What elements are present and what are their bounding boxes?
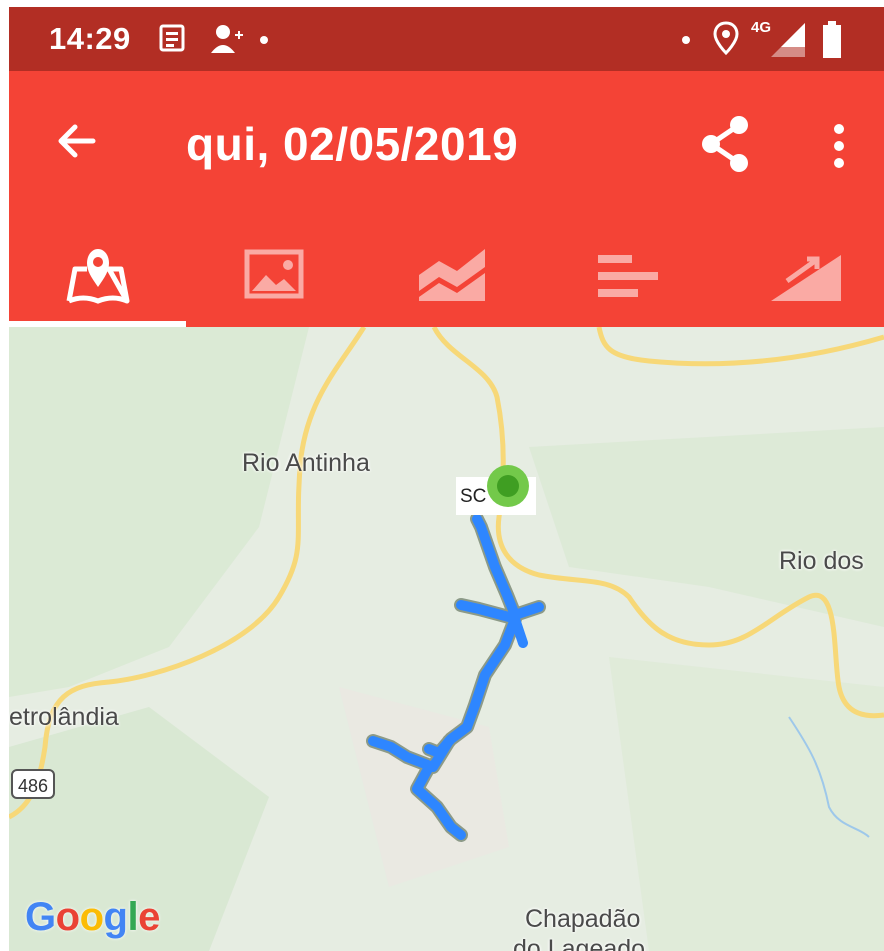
google-logo: Google	[25, 895, 160, 939]
more-vert-icon[interactable]	[827, 123, 851, 169]
place-label-rio-dos: Rio dos	[779, 547, 864, 575]
elevation-icon	[771, 255, 841, 301]
network-type-label: 4G	[751, 19, 772, 36]
route-shield-486: 486	[11, 769, 55, 799]
start-marker-icon[interactable]	[485, 463, 531, 509]
tab-stats[interactable]	[536, 231, 711, 327]
tab-elevation[interactable]	[711, 231, 884, 327]
map-background	[9, 327, 884, 951]
tab-photos[interactable]	[186, 231, 361, 327]
bar-list-icon	[598, 255, 658, 297]
notification-dot-icon	[260, 36, 268, 44]
place-label-petrolandia: etrolândia	[9, 703, 119, 731]
signal-icon	[771, 23, 805, 57]
status-bar: 14:29 4G	[9, 7, 884, 71]
map-pin-icon	[66, 249, 130, 304]
tab-chart[interactable]	[361, 231, 536, 327]
person-add-icon	[211, 25, 243, 53]
location-icon	[713, 21, 739, 55]
status-time: 14:29	[49, 21, 131, 56]
phone-screen: 14:29 4G qui, 02/05/2019 Rio Antinha Rio…	[9, 7, 884, 951]
image-icon	[244, 249, 304, 299]
news-icon	[159, 24, 185, 52]
area-chart-icon	[419, 249, 485, 301]
map-view[interactable]: Rio Antinha Rio dos etrolândia 486 SC Ch…	[9, 327, 884, 951]
page-title: qui, 02/05/2019	[186, 118, 519, 170]
notification-dot-icon	[682, 36, 690, 44]
place-label-rio-antinha: Rio Antinha	[242, 449, 370, 477]
share-icon[interactable]	[699, 115, 753, 173]
back-arrow-icon[interactable]	[53, 117, 101, 165]
place-label-chapadao-line2: do Lageado	[513, 935, 646, 951]
battery-icon	[823, 21, 841, 58]
app-bar: qui, 02/05/2019	[9, 71, 884, 327]
tab-map[interactable]	[9, 231, 186, 327]
place-label-chapadao: Chapadão	[525, 905, 641, 933]
